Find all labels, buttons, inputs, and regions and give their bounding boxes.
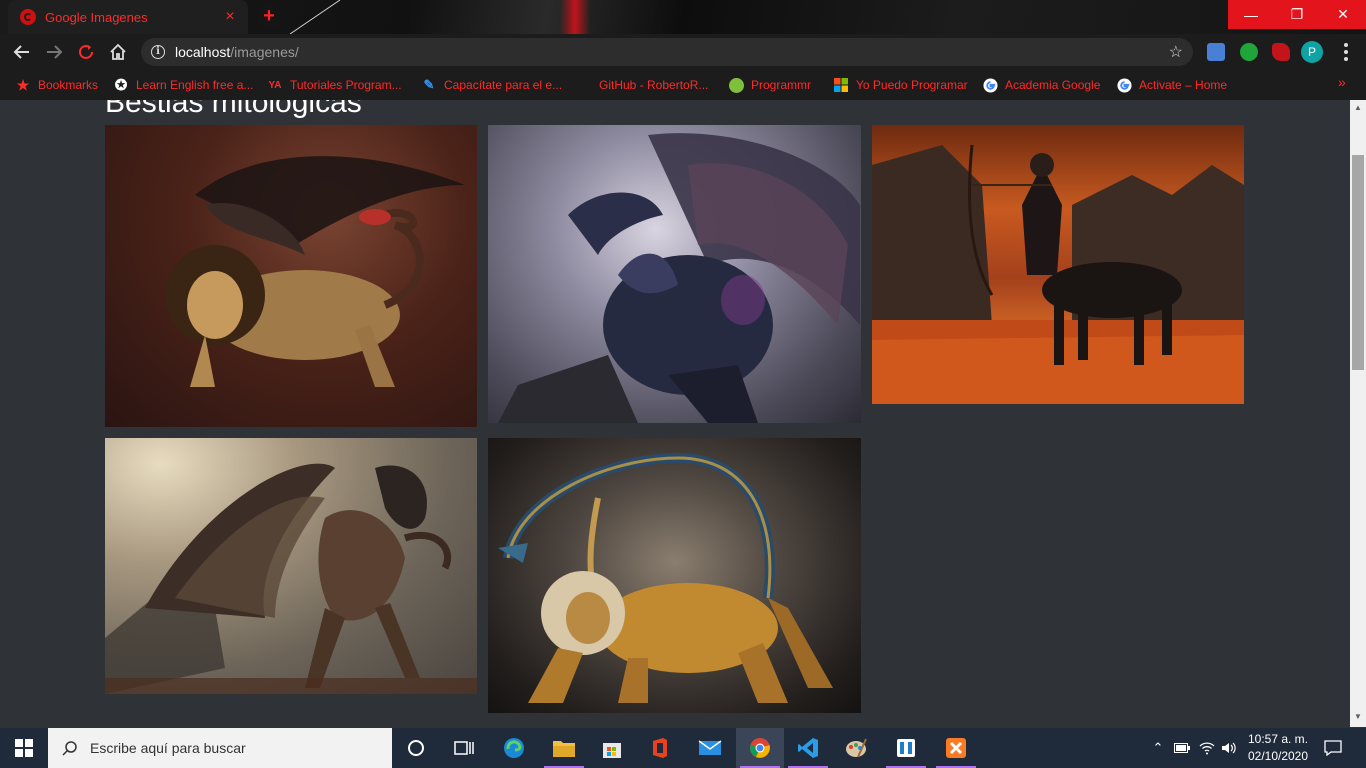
reload-button[interactable] [73,39,99,65]
bookmark-star-icon[interactable]: ☆ [1169,42,1183,62]
taskbar-remote-app[interactable] [882,728,930,768]
bookmark-item[interactable]: Yo Puedo Programar [833,76,968,94]
forward-button[interactable] [41,39,67,65]
image-griffin[interactable] [105,438,477,694]
taskbar-vscode[interactable] [784,728,832,768]
restore-button[interactable]: ❐ [1274,0,1320,29]
search-icon [62,741,77,756]
home-icon [110,43,126,60]
notification-center-icon[interactable] [1320,728,1346,768]
start-button[interactable] [0,728,48,768]
tab-google-imagenes[interactable]: Google Imagenes × [8,0,248,34]
google-icon [1116,77,1132,93]
programmr-icon [729,77,744,93]
address-bar[interactable]: i localhost /imagenes/ ☆ [141,38,1193,66]
tab-favicon-icon [20,9,36,25]
bookmark-item[interactable]: ✎ Capacítate para el e... [421,76,563,94]
page-content: Bestias mitologicas [0,100,1350,727]
back-button[interactable] [9,39,35,65]
mail-icon [698,740,722,755]
translate-extension-icon[interactable] [1207,43,1225,61]
office-icon [653,738,667,758]
taskbar-clock[interactable]: 10:57 a. m. 02/10/2020 [1240,731,1316,765]
decorative-red-streak [560,0,590,34]
decorative-streak [289,0,341,34]
taskbar-office[interactable] [636,728,684,768]
google-icon [982,77,998,93]
edge-icon [504,738,524,758]
reload-icon [79,44,93,59]
page-scrollbar[interactable]: ▲ ▼ [1350,100,1366,727]
bookmark-item[interactable]: Programmr [729,76,811,94]
bookmark-item[interactable]: ★ Bookmarks [15,76,98,94]
new-tab-button[interactable]: + [257,5,281,29]
tray-chevron-up-icon[interactable]: ⌃ [1148,728,1168,768]
scrollbar-thumb[interactable] [1352,155,1364,370]
browser-menu-icon[interactable] [1338,43,1354,61]
clock-date: 02/10/2020 [1247,749,1309,763]
bookmark-item[interactable]: GitHub - RobertoR... [599,76,708,94]
microsoft-icon [833,77,849,93]
windows-logo-icon [15,739,33,757]
bookmark-item[interactable]: ✪ Learn English free a... [113,76,254,94]
edit-icon: ✎ [423,77,435,92]
taskbar-file-explorer[interactable] [540,728,588,768]
browser-toolbar: i localhost /imagenes/ ☆ P [0,34,1366,70]
volume-icon[interactable] [1218,728,1240,768]
bookmarks-bar: ★ Bookmarks ✪ Learn English free a... YA… [0,70,1366,100]
tab-close-icon[interactable]: × [222,9,238,25]
chrome-icon [750,738,770,758]
image-chimera[interactable] [488,438,861,713]
address-path: /imagenes/ [230,44,299,60]
more-bookmarks-chevron-icon[interactable]: » [1338,74,1346,90]
wifi-icon[interactable] [1196,728,1218,768]
close-window-button[interactable]: ✕ [1320,0,1366,29]
back-arrow-icon [13,45,29,59]
star-icon: ★ [16,76,30,93]
minimize-button[interactable]: — [1228,0,1274,29]
tab-title: Google Imagenes [45,9,148,25]
folder-icon [553,741,575,757]
image-manticore[interactable] [105,125,477,427]
taskbar-edge[interactable] [490,728,538,768]
address-host: localhost [175,44,231,60]
puzzle-extension-icon[interactable] [1272,43,1290,61]
page-heading: Bestias mitologicas [105,100,362,119]
bookmark-item[interactable]: Activate – Home [1116,76,1227,94]
task-view-icon [454,741,474,755]
title-bar: Google Imagenes × + — ❐ ✕ [0,0,1366,34]
taskbar-search-box[interactable]: Escribe aquí para buscar [48,728,392,768]
scroll-down-icon[interactable]: ▼ [1354,712,1362,721]
site-info-icon[interactable]: i [151,45,165,59]
store-bag-icon [603,743,621,758]
paint-palette-icon [846,738,867,758]
taskbar-store[interactable] [588,728,636,768]
remote-app-icon [897,739,915,757]
scroll-up-icon[interactable]: ▲ [1354,103,1362,112]
vscode-icon [798,738,818,758]
search-placeholder: Escribe aquí para buscar [90,740,246,756]
cortana-button[interactable] [392,728,440,768]
cortana-circle-icon [408,740,424,756]
evernote-extension-icon[interactable] [1240,43,1258,61]
taskbar-xampp[interactable] [932,728,980,768]
image-dragon[interactable] [488,125,861,423]
bookmark-item[interactable]: Academia Google [982,76,1100,94]
taskbar-mail[interactable] [686,728,734,768]
star-badge-icon: ✪ [114,77,128,94]
home-button[interactable] [105,39,131,65]
task-view-button[interactable] [440,728,488,768]
taskbar-paint[interactable] [832,728,880,768]
image-centaur[interactable] [872,125,1244,404]
taskbar-chrome[interactable] [736,728,784,768]
forward-arrow-icon [47,45,63,59]
profile-avatar[interactable]: P [1301,41,1323,63]
xampp-icon [946,738,966,758]
clock-time: 10:57 a. m. [1247,732,1309,746]
ya-icon: YA [268,79,282,91]
windows-taskbar: Escribe aquí para buscar ⌃ 10:57 a. m. 0… [0,728,1366,768]
bookmark-item[interactable]: YA Tutoriales Program... [267,76,402,94]
battery-icon[interactable] [1170,728,1194,768]
